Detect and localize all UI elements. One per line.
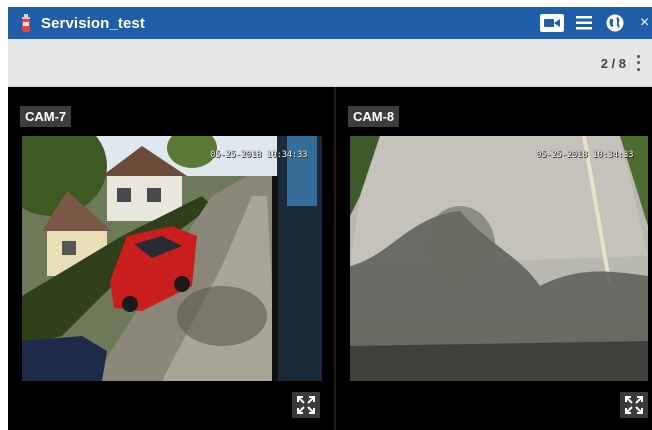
video-view-button[interactable] xyxy=(540,13,564,33)
close-icon: × xyxy=(639,14,650,31)
camera-feed-cam-8[interactable]: 05-25-2018 10:34:33 xyxy=(350,136,648,381)
language-button[interactable] xyxy=(604,13,626,33)
hamburger-menu-icon xyxy=(576,16,592,30)
title-bar: Servision_test × xyxy=(8,7,652,39)
pagination-toolbar: 2 / 8 xyxy=(8,39,652,87)
menu-button[interactable] xyxy=(574,13,594,33)
expand-icon xyxy=(625,396,643,414)
expand-icon xyxy=(297,396,315,414)
fire-extinguisher-icon xyxy=(22,14,30,32)
camera-tile-cam-8: CAM-8 05-25-2018 10:34:33 xyxy=(336,87,652,430)
video-camera-icon xyxy=(540,14,564,32)
camera-viewer-window: Servision_test × 2 / 8 CAM-7 05-25-2018 … xyxy=(8,7,652,430)
fullscreen-button[interactable] xyxy=(620,392,648,418)
page-indicator: 2 / 8 xyxy=(600,56,626,71)
camera-tile-cam-7: CAM-7 05-25-2018 10:34:33 xyxy=(8,87,334,430)
camera-feed-cam-7[interactable]: 05-25-2018 10:34:33 xyxy=(22,136,322,381)
road-scene-image xyxy=(350,136,648,381)
camera-label: CAM-8 xyxy=(348,106,400,127)
video-timestamp: 05-25-2018 10:34:33 xyxy=(210,150,308,160)
street-scene-image xyxy=(22,136,322,381)
video-timestamp: 05-25-2018 10:34:33 xyxy=(536,150,634,160)
globe-icon xyxy=(606,14,624,32)
fullscreen-button[interactable] xyxy=(292,392,320,418)
camera-label: CAM-7 xyxy=(20,106,72,127)
close-button[interactable]: × xyxy=(637,13,652,33)
kebab-menu-icon[interactable] xyxy=(633,53,643,73)
camera-grid: CAM-7 05-25-2018 10:34:33 CAM-8 05-25-20… xyxy=(8,87,652,430)
window-title: Servision_test xyxy=(41,15,145,32)
